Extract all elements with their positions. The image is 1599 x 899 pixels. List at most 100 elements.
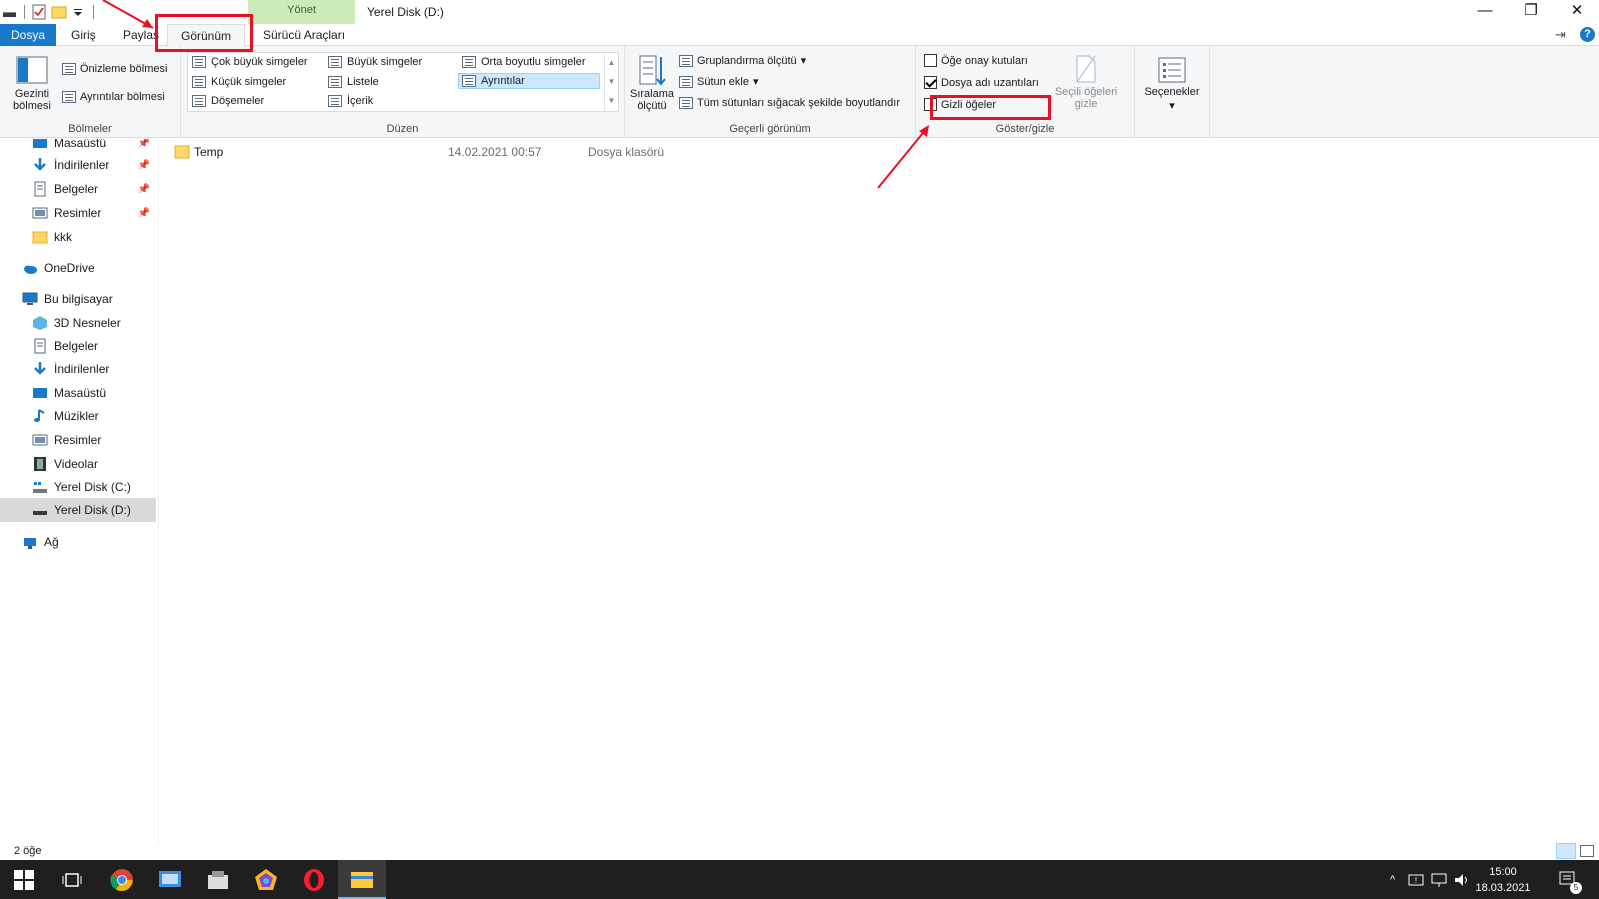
large-icons-icon bbox=[328, 56, 342, 68]
scroll-up-icon[interactable]: ▲ bbox=[605, 53, 618, 72]
size-all-columns-button[interactable]: Tüm sütunları sığacak şekilde boyutlandı… bbox=[679, 97, 900, 109]
group-by-button[interactable]: Gruplandırma ölçütü ▾ bbox=[679, 54, 806, 67]
list-icon bbox=[328, 76, 342, 88]
taskbar-clock[interactable]: 15:00 18.03.2021 bbox=[1468, 864, 1538, 896]
drive-icon bbox=[32, 502, 48, 518]
nav-item-kkk[interactable]: kkk bbox=[0, 225, 156, 249]
tab-drive-tools[interactable]: Sürücü Araçları bbox=[250, 24, 358, 46]
app3-taskbar-button[interactable] bbox=[242, 860, 290, 899]
clock-time: 15:00 bbox=[1489, 866, 1517, 878]
current-view-group-label: Geçerli görünüm bbox=[729, 123, 811, 135]
properties-icon[interactable] bbox=[31, 4, 47, 20]
nav-item-onedrive[interactable]: OneDrive bbox=[0, 256, 156, 280]
nav-item-downloads-quick[interactable]: İndirilenler 📌 bbox=[0, 153, 156, 177]
nav-item-pictures[interactable]: Resimler bbox=[0, 428, 156, 452]
nav-item-label: Resimler bbox=[54, 433, 102, 447]
nav-item-music[interactable]: Müzikler bbox=[0, 404, 156, 428]
pictures-icon bbox=[32, 432, 48, 448]
layout-label: Döşemeler bbox=[211, 95, 265, 107]
customize-qat-chevron-icon[interactable] bbox=[71, 4, 87, 20]
options-button[interactable]: Seçenekler ▾ bbox=[1141, 56, 1203, 112]
panes-group-label: Bölmeler bbox=[68, 123, 112, 135]
pin-icon[interactable]: 📌 bbox=[138, 184, 150, 195]
help-icon[interactable]: ? bbox=[1580, 27, 1595, 42]
nav-item-downloads[interactable]: İndirilenler bbox=[0, 357, 156, 381]
nav-item-label: İndirilenler bbox=[54, 158, 110, 172]
expand-gallery-icon[interactable]: ▼ bbox=[605, 91, 618, 110]
task-view-icon bbox=[62, 872, 82, 887]
details-pane-button[interactable]: Ayrıntılar bölmesi bbox=[62, 91, 165, 103]
details-view-toggle-icon[interactable] bbox=[1556, 843, 1576, 859]
nav-item-local-disk-d[interactable]: Yerel Disk (D:) bbox=[0, 498, 156, 522]
nav-item-3d-objects[interactable]: 3D Nesneler bbox=[0, 311, 156, 335]
nav-item-documents[interactable]: Belgeler bbox=[0, 334, 156, 358]
file-name: Temp bbox=[194, 145, 224, 159]
nav-item-videos[interactable]: Videolar bbox=[0, 452, 156, 476]
task-view-button[interactable] bbox=[48, 860, 96, 899]
app2-taskbar-button[interactable] bbox=[194, 860, 242, 899]
nav-item-label: Masaüstü bbox=[54, 386, 107, 400]
nav-item-label: Resimler bbox=[54, 206, 102, 220]
layout-large-icons[interactable]: Büyük simgeler bbox=[328, 56, 422, 68]
window-title: Yerel Disk (D:) bbox=[367, 5, 444, 19]
new-folder-icon[interactable] bbox=[51, 4, 67, 20]
medium-icons-icon bbox=[462, 56, 476, 68]
table-row[interactable]: Temp 14.02.2021 00:57 Dosya klasörü bbox=[174, 141, 814, 163]
layout-content[interactable]: İçerik bbox=[328, 95, 373, 107]
preview-pane-icon bbox=[62, 63, 76, 75]
chrome-taskbar-button[interactable] bbox=[98, 860, 146, 899]
file-name-extensions-checkbox[interactable] bbox=[924, 76, 937, 89]
layout-label: Orta boyutlu simgeler bbox=[481, 56, 586, 68]
action-center-button[interactable]: 5 bbox=[1558, 860, 1582, 899]
add-columns-button[interactable]: Sütun ekle ▾ bbox=[679, 75, 759, 88]
dropdown-arrow-icon: ▾ bbox=[752, 76, 759, 88]
show-hidden-icons-chevron-icon[interactable]: ^ bbox=[1390, 860, 1395, 899]
pin-icon[interactable]: 📌 bbox=[138, 208, 150, 219]
nav-item-pictures-quick[interactable]: Resimler 📌 bbox=[0, 201, 156, 225]
large-icons-view-toggle-icon[interactable] bbox=[1580, 845, 1594, 857]
windows-logo-icon bbox=[14, 869, 34, 890]
pin-ribbon-icon[interactable]: ⇥ bbox=[1555, 27, 1566, 43]
sort-by-button[interactable]: Sıralama ölçütü bbox=[629, 54, 675, 112]
pin-icon[interactable]: 📌 bbox=[138, 160, 150, 171]
layout-gallery-scroller[interactable]: ▲ ▼ ▼ bbox=[604, 53, 618, 111]
nav-item-label: Bu bilgisayar bbox=[44, 292, 113, 306]
layout-details[interactable]: Ayrıntılar bbox=[458, 73, 600, 89]
scroll-down-icon[interactable]: ▼ bbox=[605, 72, 618, 91]
restore-button[interactable]: ❐ bbox=[1508, 0, 1554, 22]
group-by-icon bbox=[679, 54, 693, 67]
tools-app-icon bbox=[208, 870, 228, 889]
tab-file[interactable]: Dosya bbox=[0, 24, 56, 46]
layout-group-label: Düzen bbox=[386, 123, 419, 135]
options-group: Seçenekler ▾ bbox=[1135, 46, 1210, 138]
dropdown-arrow-icon: ▾ bbox=[1169, 100, 1175, 112]
layout-medium-icons[interactable]: Orta boyutlu simgeler bbox=[462, 56, 586, 68]
hide-selected-items-button[interactable]: Seçili öğeleri gizle bbox=[1052, 54, 1120, 110]
nav-item-local-disk-c[interactable]: Yerel Disk (C:) bbox=[0, 475, 156, 499]
opera-taskbar-button[interactable] bbox=[290, 860, 338, 899]
network-status-icon[interactable] bbox=[1430, 860, 1448, 899]
nav-item-desktop[interactable]: Masaüstü bbox=[0, 381, 156, 405]
item-check-boxes-toggle[interactable]: Öğe onay kutuları bbox=[924, 54, 1028, 67]
nav-item-label: Yerel Disk (D:) bbox=[54, 503, 131, 517]
file-name-extensions-toggle[interactable]: Dosya adı uzantıları bbox=[924, 76, 1039, 89]
layout-extra-large-icons[interactable]: Çok büyük simgeler bbox=[192, 56, 308, 68]
start-button[interactable] bbox=[0, 860, 48, 899]
file-explorer-taskbar-button[interactable] bbox=[338, 860, 386, 899]
nav-item-network[interactable]: Ağ bbox=[0, 530, 156, 554]
nav-item-documents-quick[interactable]: Belgeler 📌 bbox=[0, 177, 156, 201]
app-taskbar-button[interactable] bbox=[146, 860, 194, 899]
preview-pane-button[interactable]: Önizleme bölmesi bbox=[62, 63, 167, 75]
pin-icon[interactable]: 📌 bbox=[138, 139, 150, 149]
update-warning-icon[interactable]: ! bbox=[1408, 860, 1424, 899]
layout-tiles[interactable]: Döşemeler bbox=[192, 95, 264, 107]
minimize-button[interactable]: — bbox=[1462, 0, 1508, 22]
layout-list[interactable]: Listele bbox=[328, 76, 379, 88]
layout-small-icons[interactable]: Küçük simgeler bbox=[192, 76, 286, 88]
nav-item-this-pc[interactable]: Bu bilgisayar bbox=[0, 287, 156, 311]
item-check-boxes-checkbox[interactable] bbox=[924, 54, 937, 67]
navigation-pane-button[interactable]: Gezinti bölmesi bbox=[8, 56, 56, 112]
close-button[interactable]: ✕ bbox=[1554, 0, 1599, 22]
chrome-icon bbox=[110, 868, 133, 891]
pictures-icon bbox=[32, 205, 48, 221]
